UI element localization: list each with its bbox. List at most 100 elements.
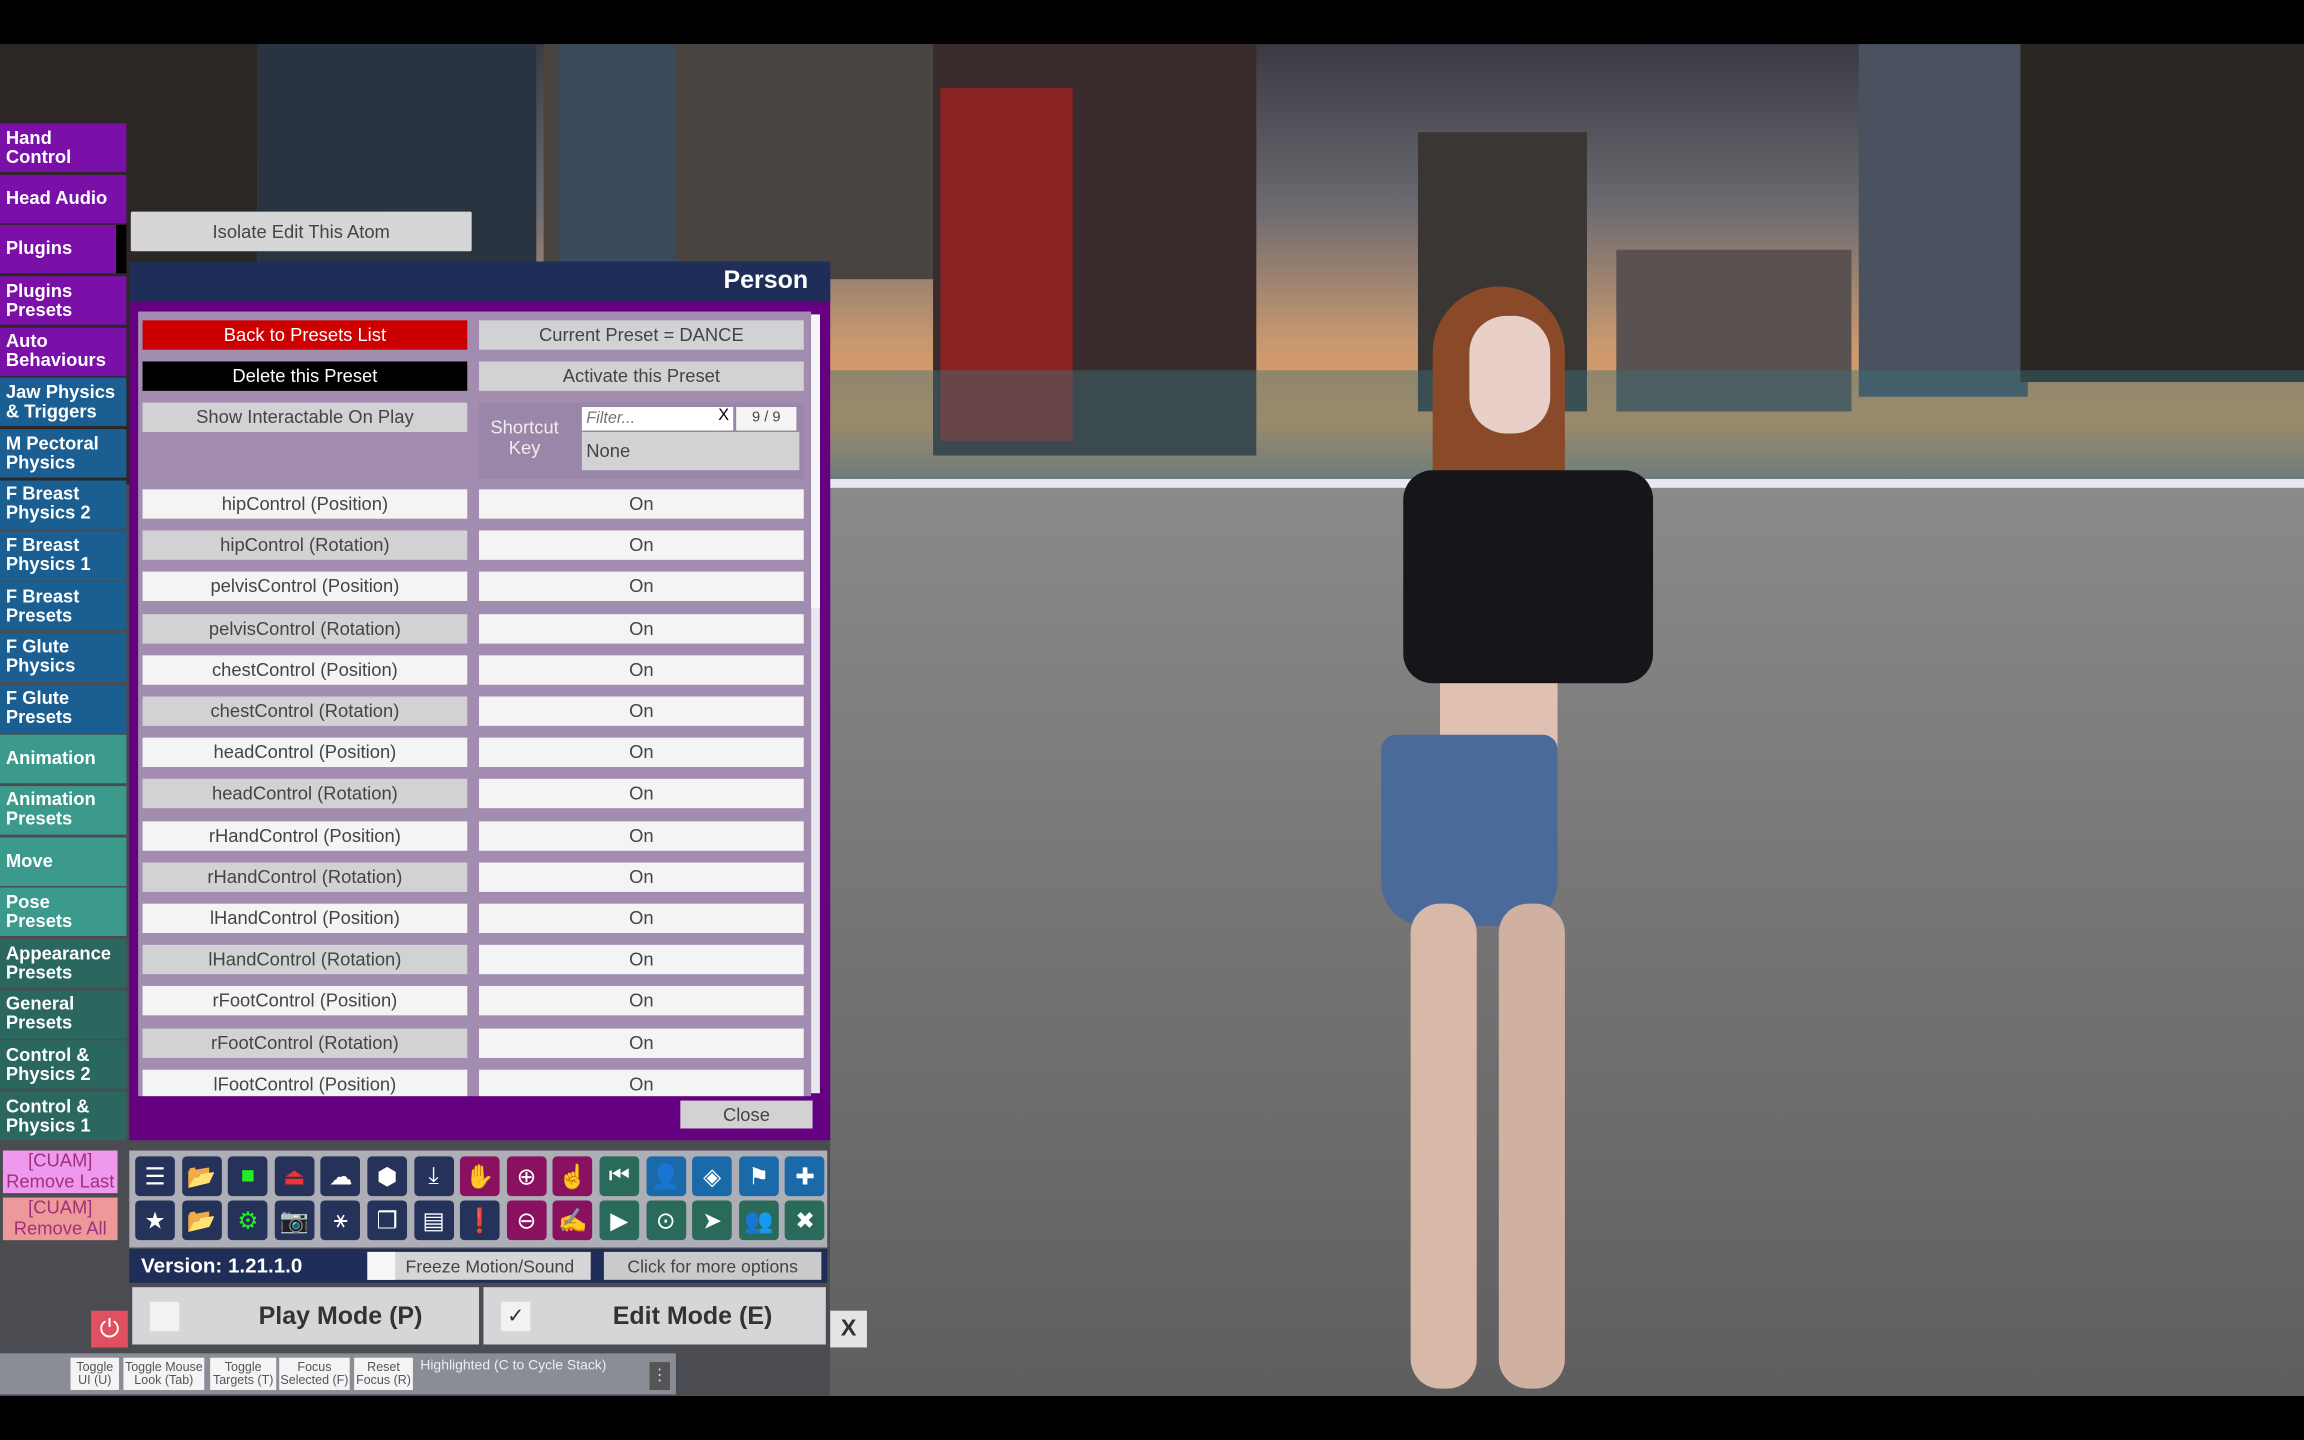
control-row-name[interactable]: lFootControl (Position) — [142, 1069, 468, 1097]
control-row-name[interactable]: lHandControl (Rotation) — [142, 945, 468, 975]
open-folder-icon[interactable]: 📂 — [181, 1200, 222, 1241]
box-icon[interactable]: ❒ — [367, 1200, 408, 1241]
play-icon[interactable]: ▶ — [599, 1200, 640, 1241]
sidebar-item-f-breast-presets[interactable]: F Breast Presets — [0, 582, 127, 631]
show-interactable-button[interactable]: Show Interactable On Play — [142, 402, 468, 433]
cube-icon[interactable]: ⬢ — [367, 1156, 408, 1197]
control-row-name[interactable]: chestControl (Rotation) — [142, 696, 468, 726]
filter-input[interactable] — [581, 407, 718, 431]
hand-icon[interactable]: ✋ — [460, 1156, 500, 1197]
shortcut-key-dropdown[interactable]: None — [581, 432, 800, 471]
grab-icon[interactable]: ✍ — [553, 1200, 593, 1241]
sidebar-item-f-breast-physics-2[interactable]: F Breast Physics 2 — [0, 480, 127, 529]
nodes-icon[interactable]: ⚹ — [320, 1200, 361, 1241]
control-row-value[interactable]: On — [479, 737, 804, 768]
inbox-download-icon[interactable]: ⤓ — [413, 1156, 454, 1197]
delete-preset-button[interactable]: Delete this Preset — [142, 361, 468, 391]
add-person-icon[interactable]: ⊕ — [506, 1156, 547, 1197]
control-row-value[interactable]: On — [479, 1069, 804, 1097]
footer-button-toggle-ui-u-[interactable]: Toggle UI (U) — [70, 1357, 120, 1391]
power-button[interactable]: ⏻ — [91, 1310, 128, 1348]
sidebar-item-hand-control[interactable]: Hand Control — [0, 123, 127, 172]
sidebar-item-f-glute-physics[interactable]: F Glute Physics — [0, 633, 127, 682]
control-row-value[interactable]: On — [479, 1027, 804, 1058]
control-row-value[interactable]: On — [479, 572, 804, 602]
sidebar-item-m-pectoral-physics[interactable]: M Pectoral Physics — [0, 429, 127, 478]
sidebar-item-f-breast-physics-1[interactable]: F Breast Physics 1 — [0, 531, 127, 580]
sidebar-item-move[interactable]: Move — [0, 837, 127, 886]
control-row-name[interactable]: headControl (Position) — [142, 737, 468, 768]
sidebar-item-animation-presets[interactable]: Animation Presets — [0, 786, 127, 835]
skip-back-icon[interactable]: ⏮ — [599, 1156, 640, 1197]
sidebar-item-jaw-physics-triggers[interactable]: Jaw Physics & Triggers — [0, 378, 127, 427]
freeze-checkbox[interactable] — [367, 1251, 396, 1280]
footer-button-toggle-mouse-look-tab-[interactable]: Toggle Mouse Look (Tab) — [123, 1357, 205, 1391]
sidebar-item-appearance-presets[interactable]: Appearance Presets — [0, 938, 127, 988]
control-row-value[interactable]: On — [479, 613, 804, 643]
sidebar-item-f-glute-presets[interactable]: F Glute Presets — [0, 684, 127, 733]
play-mode-button[interactable]: Play Mode (P) — [132, 1287, 480, 1345]
star-icon[interactable]: ★ — [135, 1200, 175, 1241]
control-row-name[interactable]: pelvisControl (Position) — [142, 572, 468, 602]
control-row-value[interactable]: On — [479, 862, 804, 892]
character-model[interactable] — [1381, 286, 1660, 1396]
folder-icon[interactable]: ■ — [228, 1156, 268, 1197]
control-row-name[interactable]: rFootControl (Position) — [142, 986, 468, 1016]
people-icon[interactable]: 👥 — [738, 1200, 779, 1241]
edit-mode-checkbox[interactable]: ✓ — [501, 1301, 531, 1331]
filter-clear-button[interactable]: X — [714, 407, 734, 431]
close-ui-button[interactable]: X — [830, 1310, 867, 1348]
close-scene-icon[interactable]: ⏏ — [274, 1156, 315, 1197]
sidebar-item-auto-behaviours[interactable]: Auto Behaviours — [0, 327, 127, 376]
cloud-download-icon[interactable]: ☁ — [320, 1156, 361, 1197]
back-to-presets-button[interactable]: Back to Presets List — [142, 320, 468, 350]
cuam-remove-last-button[interactable]: [CUAM] Remove Last — [2, 1150, 118, 1194]
control-row-value[interactable]: On — [479, 820, 804, 851]
footer-button-toggle-targets-t-[interactable]: Toggle Targets (T) — [210, 1357, 277, 1391]
pointer-icon[interactable]: ➤ — [692, 1200, 733, 1241]
sidebar-item-plugins[interactable]: Plugins — [0, 225, 127, 274]
sidebar-item-control-physics-1[interactable]: Control & Physics 1 — [0, 1091, 127, 1141]
folder-gear-icon[interactable]: ⚙ — [228, 1200, 268, 1241]
play-mode-checkbox[interactable] — [149, 1301, 180, 1331]
unity-icon[interactable]: ◈ — [692, 1156, 733, 1197]
control-row-name[interactable]: hipControl (Rotation) — [142, 530, 468, 561]
more-options-button[interactable]: Click for more options — [603, 1251, 822, 1280]
tools-icon[interactable]: ✖ — [785, 1200, 825, 1241]
current-preset-label[interactable]: Current Preset = DANCE — [479, 320, 804, 350]
activate-preset-button[interactable]: Activate this Preset — [479, 361, 804, 391]
footer-button-focus-selected-f-[interactable]: Focus Selected (F) — [279, 1357, 350, 1391]
footer-button-reset-focus-r-[interactable]: Reset Focus (R) — [354, 1357, 413, 1391]
open-scene-icon[interactable]: 📂 — [181, 1156, 222, 1197]
sidebar-item-plugins-presets[interactable]: Plugins Presets — [0, 276, 127, 325]
panel-scrollbar[interactable] — [811, 314, 820, 1094]
control-row-name[interactable]: headControl (Rotation) — [142, 779, 468, 809]
control-row-name[interactable]: rHandControl (Rotation) — [142, 862, 468, 892]
edit-mode-button[interactable]: ✓ Edit Mode (E) — [483, 1287, 826, 1345]
control-row-name[interactable]: chestControl (Position) — [142, 655, 468, 685]
document-icon[interactable]: ▤ — [413, 1200, 454, 1241]
control-row-name[interactable]: pelvisControl (Rotation) — [142, 613, 468, 643]
control-row-value[interactable]: On — [479, 696, 804, 726]
remove-person-icon[interactable]: ⊖ — [506, 1200, 547, 1241]
close-button[interactable]: Close — [680, 1100, 813, 1129]
alert-icon[interactable]: ❗ — [460, 1200, 500, 1241]
control-row-value[interactable]: On — [479, 903, 804, 934]
control-row-value[interactable]: On — [479, 779, 804, 809]
isolate-edit-atom-button[interactable]: Isolate Edit This Atom — [130, 211, 472, 252]
target-icon[interactable]: ⊙ — [645, 1200, 686, 1241]
control-row-name[interactable]: hipControl (Position) — [142, 489, 468, 519]
control-row-value[interactable]: On — [479, 945, 804, 975]
sidebar-item-animation[interactable]: Animation — [0, 735, 127, 784]
cuam-remove-all-button[interactable]: [CUAM] Remove All — [2, 1197, 118, 1241]
flag-icon[interactable]: ⚑ — [738, 1156, 779, 1197]
sidebar-item-general-presets[interactable]: General Presets — [0, 989, 127, 1039]
scrollbar-thumb[interactable] — [811, 314, 820, 609]
touch-icon[interactable]: ☝ — [553, 1156, 593, 1197]
plus-icon[interactable]: ✚ — [785, 1156, 825, 1197]
sidebar-item-pose-presets[interactable]: Pose Presets — [0, 887, 127, 937]
sidebar-item-head-audio[interactable]: Head Audio — [0, 174, 127, 223]
control-row-value[interactable]: On — [479, 986, 804, 1016]
control-row-name[interactable]: rHandControl (Position) — [142, 820, 468, 851]
control-row-value[interactable]: On — [479, 655, 804, 685]
